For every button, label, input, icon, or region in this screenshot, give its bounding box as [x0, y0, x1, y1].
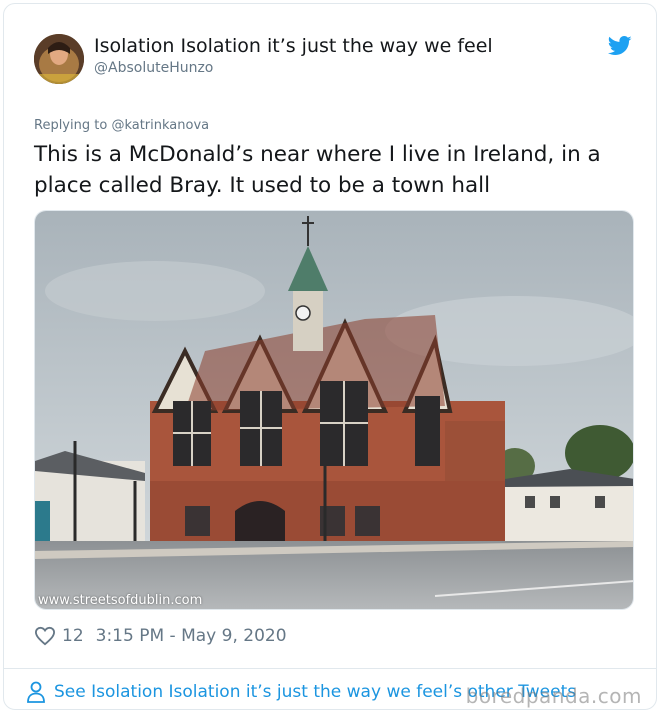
site-watermark: boredpanda.com: [465, 684, 642, 708]
image-watermark: www.streetsofdublin.com: [38, 593, 203, 608]
replying-to: Replying to @katrinkanova: [34, 118, 209, 133]
divider: [4, 668, 656, 669]
person-icon: [27, 681, 45, 703]
display-name[interactable]: Isolation Isolation it’s just the way we…: [94, 35, 493, 57]
reply-to-handle-link[interactable]: @katrinkanova: [111, 118, 209, 133]
like-count[interactable]: 12: [62, 626, 84, 646]
heart-icon[interactable]: [34, 626, 56, 646]
user-handle[interactable]: @AbsoluteHunzo: [94, 60, 213, 76]
tweet-timestamp[interactable]: 3:15 PM - May 9, 2020: [96, 626, 287, 646]
twitter-bird-icon[interactable]: [608, 36, 632, 56]
tweet-meta: 12 3:15 PM - May 9, 2020: [34, 624, 287, 648]
replying-prefix: Replying to: [34, 118, 112, 133]
tweet-card: Isolation Isolation it’s just the way we…: [3, 3, 657, 710]
tweet-photo[interactable]: www.streetsofdublin.com: [34, 210, 634, 610]
tweet-text: This is a McDonald’s near where I live i…: [34, 142, 601, 198]
avatar[interactable]: [34, 34, 84, 84]
